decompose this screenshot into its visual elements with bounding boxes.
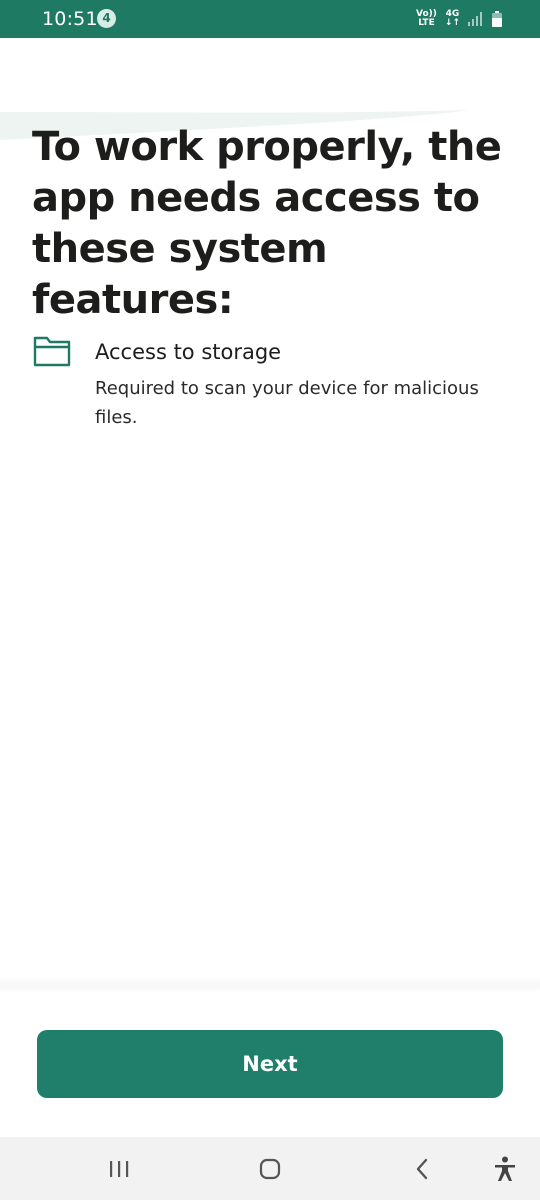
back-icon[interactable] xyxy=(398,1137,446,1200)
home-icon[interactable] xyxy=(246,1137,294,1200)
status-time: 10:51 xyxy=(42,8,98,30)
footer-divider xyxy=(0,975,540,993)
next-button[interactable]: Next xyxy=(37,1030,503,1098)
volte-bottom-label: LTE xyxy=(418,18,435,28)
permission-item-storage: Access to storage Required to scan your … xyxy=(32,334,502,434)
status-bar: 10:51 4 Vo)) LTE 4G ↓↑ xyxy=(0,0,540,38)
page-title: To work properly, the app needs access t… xyxy=(32,124,502,323)
folder-icon xyxy=(33,334,71,368)
permission-description: Required to scan your device for malicio… xyxy=(95,378,479,428)
battery-icon xyxy=(492,11,502,27)
volte-indicator: Vo)) LTE xyxy=(416,10,437,28)
signal-icon xyxy=(468,12,484,26)
recent-apps-icon[interactable] xyxy=(95,1137,143,1200)
network-activity-label: ↓↑ xyxy=(444,18,460,28)
permission-title: Access to storage xyxy=(95,340,282,364)
notification-count-badge: 4 xyxy=(97,9,116,28)
accessibility-icon[interactable] xyxy=(481,1137,529,1200)
system-nav-bar xyxy=(0,1137,540,1200)
status-indicators: Vo)) LTE 4G ↓↑ xyxy=(416,8,502,30)
network-indicator: 4G ↓↑ xyxy=(445,10,460,28)
